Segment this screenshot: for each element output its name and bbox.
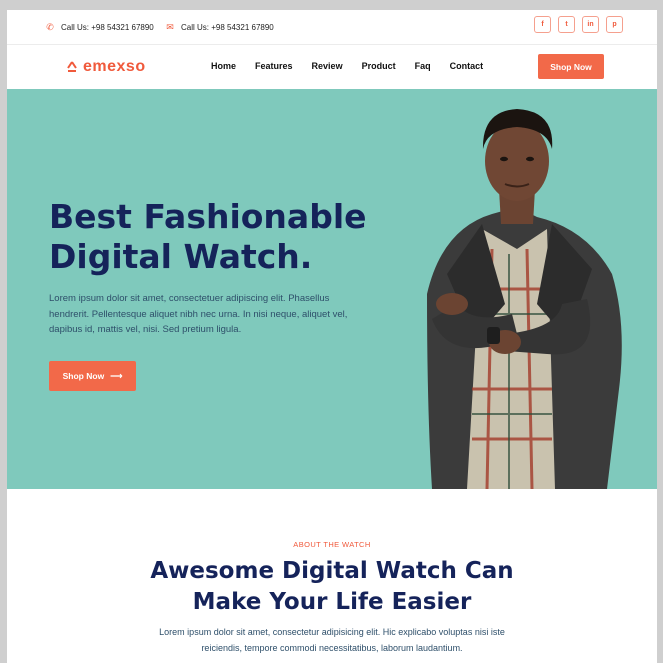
arrow-right-icon: ⟶ <box>110 370 123 381</box>
hero-shop-now-label: Shop Now <box>62 371 105 381</box>
about-title-line1: Awesome Digital Watch Can <box>150 558 514 584</box>
nav-item-product[interactable]: Product <box>362 61 396 71</box>
twitter-icon[interactable]: t <box>558 16 575 33</box>
hero-description: Lorem ipsum dolor sit amet, consectetuer… <box>49 293 348 335</box>
nav-item-review[interactable]: Review <box>312 61 343 71</box>
landing-page: ✆ Call Us: +98 54321 67890 ✉ Call Us: +9… <box>7 10 657 663</box>
hero-title: Best Fashionable Digital Watch. <box>49 197 389 277</box>
nav-item-contact[interactable]: Contact <box>450 61 484 71</box>
contact-mail-text: Call Us: +98 54321 67890 <box>181 23 274 32</box>
hero-title-line2: Digital Watch. <box>49 237 313 276</box>
about-kicker: ABOUT THE WATCH <box>293 540 371 549</box>
contact-phone[interactable]: ✆ Call Us: +98 54321 67890 <box>45 22 154 33</box>
about-title: Awesome Digital Watch Can Make Your Life… <box>7 556 657 618</box>
social-links: f t in p <box>534 16 623 33</box>
facebook-icon[interactable]: f <box>534 16 551 33</box>
pinterest-icon[interactable]: p <box>606 16 623 33</box>
shop-now-button[interactable]: Shop Now <box>538 54 604 79</box>
contact-mail[interactable]: ✉ Call Us: +98 54321 67890 <box>165 22 274 33</box>
hero-shop-now-button[interactable]: Shop Now ⟶ <box>49 361 136 391</box>
top-bar: ✆ Call Us: +98 54321 67890 ✉ Call Us: +9… <box>7 10 657 45</box>
nav-item-features[interactable]: Features <box>255 61 293 71</box>
hero-section: Best Fashionable Digital Watch. Lorem ip… <box>7 89 657 489</box>
logo[interactable]: emexso <box>65 58 146 76</box>
mail-icon: ✉ <box>166 22 174 32</box>
hero-title-line1: Best Fashionable <box>49 197 367 236</box>
hero-model-image <box>427 109 622 489</box>
linkedin-icon[interactable]: in <box>582 16 599 33</box>
nav-item-home[interactable]: Home <box>211 61 236 71</box>
nav-item-faq[interactable]: Faq <box>415 61 431 71</box>
phone-icon: ✆ <box>46 22 54 32</box>
recycle-logo-icon <box>67 61 77 72</box>
contact-phone-text: Call Us: +98 54321 67890 <box>61 23 154 32</box>
main-nav: emexso Home Features Review Product Faq … <box>7 45 657 89</box>
about-title-line2: Make Your Life Easier <box>192 589 472 615</box>
about-description: Lorem ipsum dolor sit amet, consectetur … <box>159 627 505 653</box>
logo-text: emexso <box>83 58 146 75</box>
nav-menu: Home Features Review Product Faq Contact <box>211 61 502 71</box>
